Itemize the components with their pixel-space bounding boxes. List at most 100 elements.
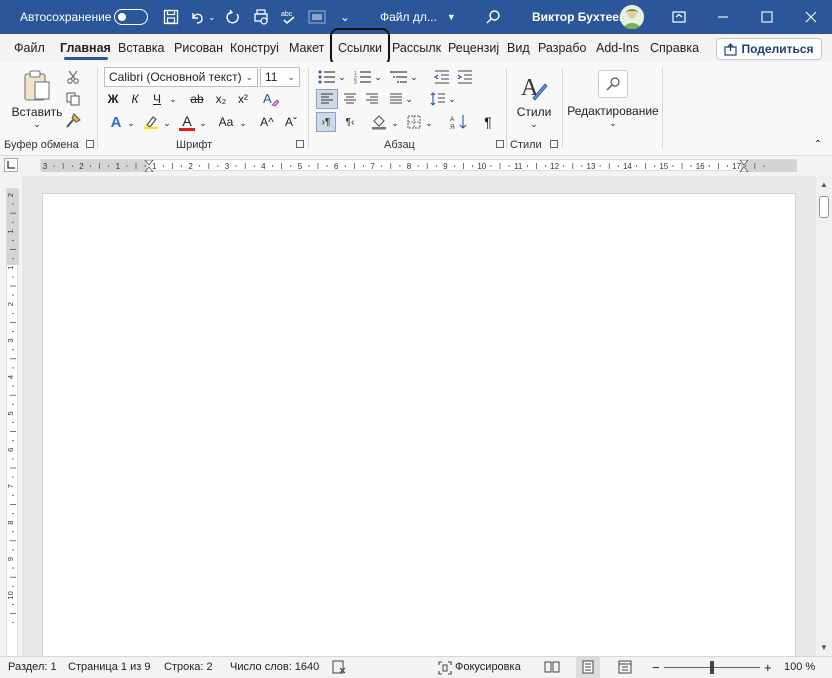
accessibility-icon[interactable] [332,657,346,678]
bullets-dropdown-icon[interactable]: ⌄ [337,68,347,86]
styles-button[interactable]: A Стили ⌄ [512,68,556,132]
scroll-down-icon[interactable]: ▼ [820,643,828,652]
zoom-out-button[interactable]: − [652,657,660,678]
paste-button[interactable]: Вставить ⌄ [8,66,66,132]
tab-draw[interactable]: Рисован [174,34,226,62]
highlight-dropdown-icon[interactable]: ⌄ [162,114,172,132]
tab-selector[interactable] [4,158,18,172]
undo-dropdown-icon[interactable]: ⌄ [208,0,216,34]
read-mode-icon[interactable] [544,657,560,678]
save-icon[interactable] [160,0,182,34]
underline-button[interactable]: Ч [148,90,166,108]
tab-layout[interactable]: Макет [289,34,327,62]
text-effects-dropdown-icon[interactable]: ⌄ [126,114,136,132]
zoom-level[interactable]: 100 % [784,657,815,678]
text-effects-button[interactable]: A [104,112,128,132]
minimize-icon[interactable] [712,0,734,34]
shading-dropdown-icon[interactable]: ⌄ [390,114,400,132]
clipboard-launcher[interactable] [86,140,94,148]
decrease-indent-icon[interactable] [432,68,452,86]
font-color-dropdown-icon[interactable]: ⌄ [198,114,208,132]
copy-icon[interactable] [64,90,82,108]
line-spacing-dropdown-icon[interactable]: ⌄ [447,90,457,108]
collapse-ribbon-icon[interactable]: ⌃ [810,136,826,152]
font-size-combo[interactable]: 11 ⌄ [260,67,300,87]
italic-button[interactable]: К [126,90,144,108]
tab-addins[interactable]: Add-Ins [596,34,644,62]
align-center-icon[interactable] [340,90,360,108]
line-spacing-icon[interactable] [428,90,448,108]
spelling-icon[interactable]: abc [278,0,300,34]
font-launcher[interactable] [296,140,304,148]
cut-icon[interactable] [64,68,82,86]
user-name-area[interactable]: Виктор Бухтеев [532,0,626,34]
sort-icon[interactable]: АЯ [448,112,470,132]
status-section[interactable]: Раздел: 1 [8,657,57,678]
tab-mailings[interactable]: Рассылк [392,34,442,62]
justify-icon[interactable] [386,90,406,108]
format-painter-icon[interactable] [64,112,82,130]
status-page[interactable]: Страница 1 из 9 [68,657,150,678]
bullets-icon[interactable] [316,68,338,86]
share-button[interactable]: Поделиться [716,38,822,60]
autosave-toggle[interactable] [114,0,148,34]
increase-indent-icon[interactable] [455,68,475,86]
change-case-button[interactable]: Aa [214,112,238,132]
vertical-scrollbar[interactable]: ▲ ▼ [816,176,832,656]
scroll-up-icon[interactable]: ▲ [820,180,828,189]
multilevel-list-icon[interactable] [388,68,410,86]
strikethrough-button[interactable]: ab [186,90,208,108]
subscript-button[interactable]: x₂ [212,90,230,108]
align-right-icon[interactable] [362,90,382,108]
ltr-icon[interactable]: ›¶ [316,112,336,132]
underline-dropdown-icon[interactable]: ⌄ [167,90,179,108]
tab-file[interactable]: Файл [14,34,50,62]
multilevel-dropdown-icon[interactable]: ⌄ [409,68,419,86]
tab-design[interactable]: Конструі [230,34,282,62]
tab-developer[interactable]: Разрабо [538,34,590,62]
numbering-icon[interactable]: 123 [352,68,374,86]
styles-launcher[interactable] [550,140,558,148]
font-name-combo[interactable]: Calibri (Основной текст) ⌄ [104,67,258,87]
show-marks-icon[interactable]: ¶ [478,112,498,132]
borders-dropdown-icon[interactable]: ⌄ [424,114,434,132]
close-icon[interactable] [800,0,822,34]
tab-home[interactable]: Главная [60,34,112,62]
zoom-in-button[interactable]: + [764,657,772,678]
file-name-area[interactable]: Файл дл... ▼ [380,0,456,34]
user-avatar[interactable] [620,0,644,34]
search-icon[interactable] [482,0,504,34]
tab-help[interactable]: Справка [650,34,702,62]
redo-icon[interactable] [222,0,244,34]
print-preview-icon[interactable] [250,0,272,34]
status-line[interactable]: Строка: 2 [164,657,213,678]
scrollbar-thumb[interactable] [819,196,829,218]
bold-button[interactable]: Ж [104,90,122,108]
numbering-dropdown-icon[interactable]: ⌄ [373,68,383,86]
font-color-button[interactable]: A [176,112,198,132]
horizontal-ruler[interactable]: 3 2 1 1 2 3 4 5 6 7 8 9 10 11 12 13 14 15 16 17 [40,159,797,173]
grow-font-button[interactable]: A^ [256,112,278,132]
ribbon-display-icon[interactable] [668,0,690,34]
editing-button[interactable]: Редактирование ⌄ [566,66,660,132]
maximize-icon[interactable] [756,0,778,34]
borders-icon[interactable] [404,112,424,132]
paragraph-launcher[interactable] [496,140,504,148]
rtl-icon[interactable]: ¶‹ [340,112,360,132]
web-layout-icon[interactable] [618,657,632,678]
tab-view[interactable]: Вид [507,34,531,62]
align-left-icon[interactable] [316,89,338,109]
tab-review[interactable]: Рецензиј [448,34,500,62]
tab-insert[interactable]: Вставка [118,34,168,62]
undo-icon[interactable] [186,0,208,34]
superscript-button[interactable]: x² [234,90,252,108]
highlight-button[interactable] [140,112,162,132]
focus-mode-button[interactable]: Фокусировка [438,657,521,678]
status-words[interactable]: Число слов: 1640 [230,657,319,678]
vertical-ruler[interactable]: 2 1 1 2 3 4 5 6 7 8 9 10 [6,188,19,658]
document-page[interactable] [42,193,796,663]
shading-icon[interactable] [368,112,390,132]
zoom-slider-thumb[interactable] [710,661,714,674]
clear-formatting-icon[interactable]: A [260,90,282,108]
print-layout-icon[interactable] [576,657,600,678]
